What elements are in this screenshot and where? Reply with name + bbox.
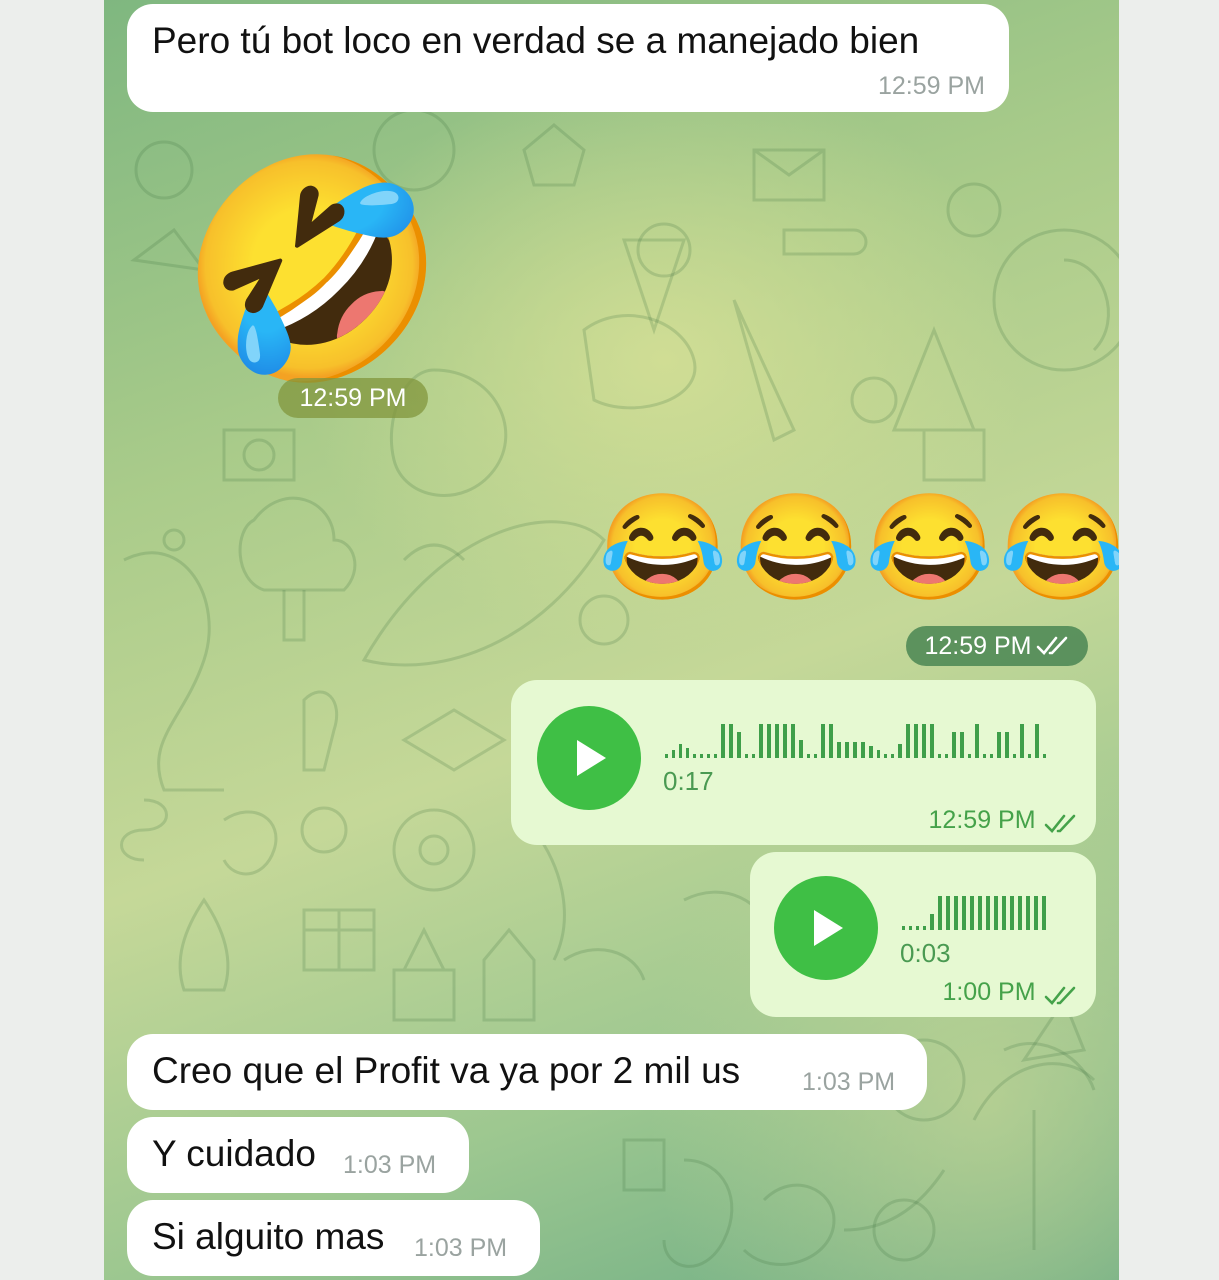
rolling-laughing-emoji-icon: 🤣: [179, 149, 447, 390]
emoji-row-message[interactable]: 😂😂😂😂: [598, 488, 1119, 608]
message-time: 12:59 PM: [877, 72, 985, 100]
message-meta: 1:00 PM: [942, 978, 1078, 1007]
message-time: 12:59 PM: [924, 631, 1032, 660]
message-text: Si alguito mas: [152, 1216, 385, 1257]
message-time: 1:00 PM: [942, 978, 1036, 1006]
incoming-message[interactable]: Creo que el Profit va ya por 2 mil us 1:…: [127, 1034, 927, 1110]
voice-message[interactable]: 0:03 1:00 PM: [750, 852, 1096, 1017]
incoming-message[interactable]: Y cuidado 1:03 PM: [127, 1117, 469, 1193]
voice-duration: 0:03: [900, 938, 951, 968]
message-time: 1:03 PM: [343, 1151, 437, 1179]
double-check-icon: [1036, 636, 1067, 655]
message-time: 1:03 PM: [414, 1234, 508, 1262]
message-time: 1:03 PM: [802, 1068, 896, 1096]
message-text: Creo que el Profit va ya por 2 mil us: [152, 1050, 741, 1091]
double-check-icon: [1044, 986, 1076, 1005]
message-text: Y cuidado: [152, 1133, 316, 1174]
chat-area[interactable]: Pero tú bot loco en verdad se a manejado…: [104, 0, 1119, 1280]
message-time: 12:59 PM: [299, 383, 407, 412]
play-icon: [577, 740, 606, 776]
message-text: Pero tú bot loco en verdad se a manejado…: [152, 20, 920, 61]
voice-waveform[interactable]: [663, 720, 1063, 760]
play-button[interactable]: [537, 706, 641, 810]
voice-message[interactable]: 0:17 12:59 PM: [511, 680, 1096, 845]
sticker-time-pill: 12:59 PM: [278, 378, 428, 418]
voice-waveform[interactable]: [900, 892, 1060, 932]
emoji-time-pill: 12:59 PM: [906, 626, 1088, 666]
tears-of-joy-emoji-icon: 😂😂😂😂: [598, 490, 1119, 606]
play-icon: [814, 910, 843, 946]
message-meta: 12:59 PM: [929, 806, 1078, 835]
voice-duration: 0:17: [663, 766, 714, 796]
play-button[interactable]: [774, 876, 878, 980]
emoji-sticker-message[interactable]: 🤣: [179, 150, 447, 410]
double-check-icon: [1044, 814, 1076, 833]
message-time: 12:59 PM: [928, 806, 1036, 834]
incoming-message[interactable]: Si alguito mas 1:03 PM: [127, 1200, 540, 1276]
incoming-message[interactable]: Pero tú bot loco en verdad se a manejado…: [127, 4, 1009, 112]
